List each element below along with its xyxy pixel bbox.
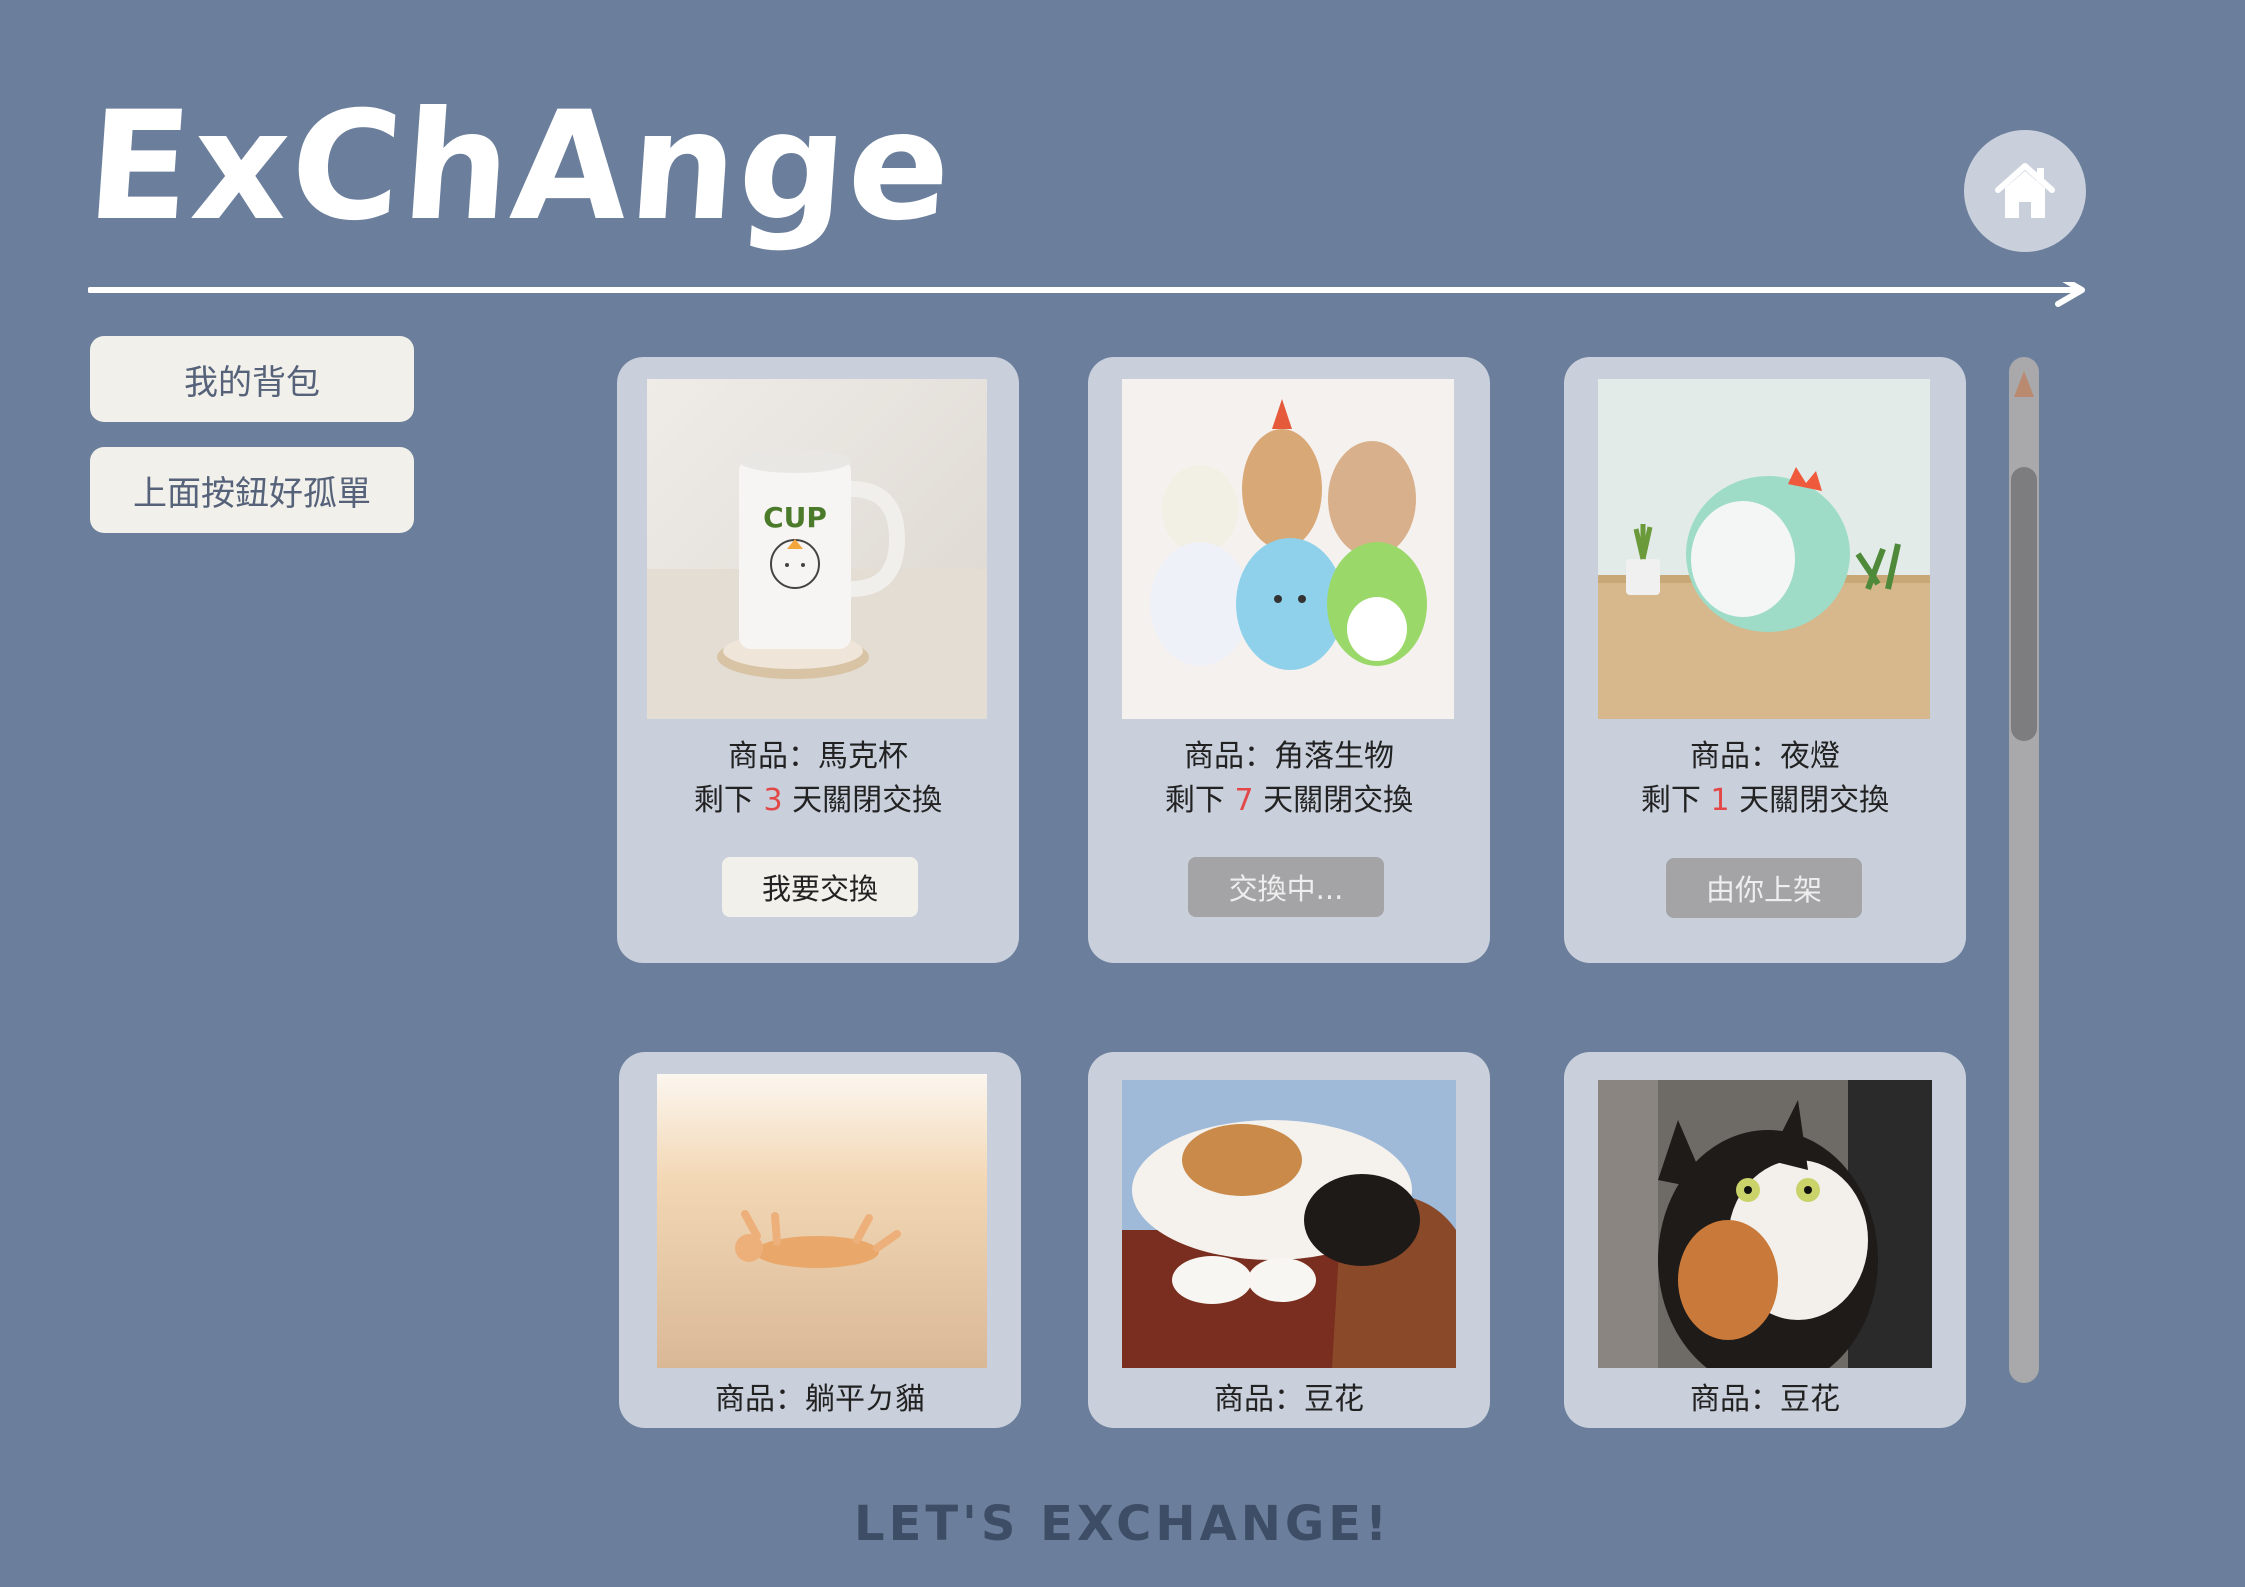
product-name: 商品：角落生物: [1184, 739, 1394, 774]
header-arrow-divider: [88, 282, 2085, 307]
footer-slogan: LET'S EXCHANGE!: [854, 1496, 1391, 1552]
days-remaining: 1: [1710, 783, 1730, 818]
lying-cat-photo: [657, 1074, 987, 1368]
listed-by-you-status-button: 由你上架: [1666, 858, 1862, 918]
plush-toys-photo: [1122, 379, 1454, 719]
countdown-text: 剩下 3 天關閉交換: [693, 783, 943, 818]
product-name: 商品：夜燈: [1690, 739, 1840, 774]
product-card: CUP 商品：馬克杯 剩下 3 天關閉交換 我要交換: [617, 357, 1019, 963]
countdown-text: 剩下 1 天關閉交換: [1640, 783, 1890, 818]
product-info: 商品：角落生物 剩下 7 天關閉交換: [1088, 735, 1490, 823]
dino-lamp-photo: [1598, 379, 1930, 719]
days-remaining: 3: [763, 783, 783, 818]
product-name: 商品：躺平ㄉ貓: [715, 1382, 925, 1417]
product-info: 商品：馬克杯 剩下 3 天關閉交換: [617, 735, 1019, 823]
home-button[interactable]: [1964, 130, 2086, 252]
mug-photo: CUP: [647, 379, 987, 719]
product-card: 商品：豆花: [1564, 1052, 1966, 1428]
exchange-button[interactable]: 我要交換: [722, 857, 918, 917]
svg-text:CUP: CUP: [763, 501, 827, 534]
product-card: 商品：角落生物 剩下 7 天關閉交換 交換中...: [1088, 357, 1490, 963]
scrollbar-thumb[interactable]: [2011, 467, 2037, 741]
product-info: 商品：躺平ㄉ貓: [619, 1378, 1021, 1422]
my-backpack-button[interactable]: 我的背包: [90, 336, 414, 422]
product-name: 商品：豆花: [1214, 1382, 1364, 1417]
product-card: 商品：躺平ㄉ貓: [619, 1052, 1021, 1428]
countdown-text: 剩下 7 天關閉交換: [1164, 783, 1414, 818]
product-name: 商品：豆花: [1690, 1382, 1840, 1417]
home-icon: [1995, 163, 2055, 218]
lonely-button[interactable]: 上面按鈕好孤單: [90, 447, 414, 533]
days-remaining: 7: [1234, 783, 1254, 818]
product-info: 商品：豆花: [1564, 1378, 1966, 1422]
sleeping-cat-photo: [1122, 1080, 1456, 1368]
product-name: 商品：馬克杯: [728, 739, 908, 774]
scrollbar[interactable]: [2009, 357, 2039, 1383]
exchanging-status-button: 交換中...: [1188, 857, 1384, 917]
product-info: 商品：豆花: [1088, 1378, 1490, 1422]
page-title: ExChAnge: [81, 80, 959, 254]
calico-cat-photo: [1598, 1080, 1932, 1368]
product-card: 商品：豆花: [1088, 1052, 1490, 1428]
product-info: 商品：夜燈 剩下 1 天關閉交換: [1564, 735, 1966, 823]
product-card: 商品：夜燈 剩下 1 天關閉交換 由你上架: [1564, 357, 1966, 963]
scroll-up-arrow-icon[interactable]: [2014, 371, 2034, 397]
